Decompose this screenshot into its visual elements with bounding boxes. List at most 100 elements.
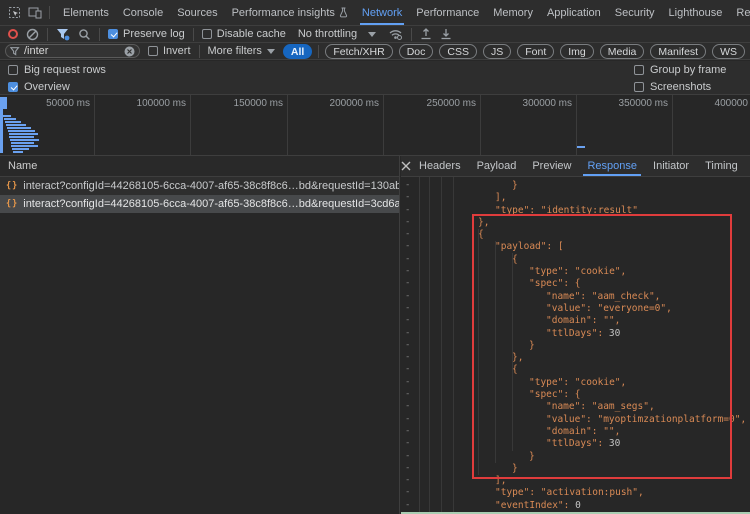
timeline-tick-label: 100000 ms <box>120 98 186 109</box>
tab-network[interactable]: Network <box>355 0 409 25</box>
filter-icon[interactable] <box>56 28 70 41</box>
detail-tab-response[interactable]: Response <box>579 156 645 176</box>
filter-chip-manifest[interactable]: Manifest <box>650 44 706 59</box>
filter-chip-js[interactable]: JS <box>483 44 511 59</box>
detail-tab-timing[interactable]: Timing <box>697 156 746 176</box>
response-json: }],"type": "identity:result"},{"payload"… <box>401 180 750 514</box>
invert-checkbox-box[interactable] <box>148 46 158 56</box>
screenshots-checkbox[interactable]: Screenshots <box>634 81 711 93</box>
tab-console[interactable]: Console <box>116 0 170 25</box>
detail-tab-payload[interactable]: Payload <box>469 156 525 176</box>
tabbar-left-icons <box>0 0 56 25</box>
tab-label: Performance insights <box>232 7 335 19</box>
record-network-log-icon[interactable] <box>8 29 18 39</box>
filter-chip-font[interactable]: Font <box>517 44 554 59</box>
flask-icon <box>339 7 348 18</box>
import-har-icon[interactable] <box>420 28 432 40</box>
request-name: interact?configId=44268105-6cca-4007-af6… <box>23 180 399 192</box>
screenshots-checkbox-box[interactable] <box>634 82 644 92</box>
response-line: "type": "activation:push", <box>401 487 750 499</box>
timeline-tick-label: 350000 ms <box>602 98 668 109</box>
timeline-gridline <box>94 95 95 155</box>
filter-chip-all[interactable]: All <box>283 44 312 59</box>
divider <box>411 28 412 41</box>
tab-label: Performance <box>416 7 479 19</box>
group-by-frame-checkbox-box[interactable] <box>634 65 644 75</box>
waterfall-bar <box>13 151 23 153</box>
waterfall-bar <box>7 127 31 129</box>
response-line: }, <box>401 352 750 364</box>
filter-chip-ws[interactable]: WS <box>712 44 745 59</box>
disable-cache-checkbox-box[interactable] <box>202 29 212 39</box>
timeline-tick-label: 200000 ms <box>313 98 379 109</box>
network-overview-timeline[interactable]: 50000 ms100000 ms150000 ms200000 ms25000… <box>0 95 750 156</box>
response-line: } <box>401 340 750 352</box>
name-column-header[interactable]: Name <box>0 156 399 177</box>
request-type-chips: All Fetch/XHR Doc CSS JS Font Img Media Manifest… <box>283 44 750 59</box>
tab-recorder[interactable]: Recorder <box>729 0 750 25</box>
filter-chip-fetch-xhr[interactable]: Fetch/XHR <box>325 44 392 59</box>
invert-checkbox[interactable]: Invert <box>148 45 191 57</box>
response-line: "ttlDays": 30 <box>401 328 750 340</box>
more-filters-dropdown[interactable]: More filters <box>208 45 275 57</box>
filter-chip-media[interactable]: Media <box>600 44 645 59</box>
tab-application[interactable]: Application <box>540 0 608 25</box>
overview-checkbox-box[interactable] <box>8 82 18 92</box>
waterfall-bar <box>11 142 34 144</box>
filter-input-box[interactable] <box>5 44 140 58</box>
response-body[interactable]: ---------------------------- }],"type": … <box>401 177 750 514</box>
request-row[interactable]: {}interact?configId=44268105-6cca-4007-a… <box>0 195 399 213</box>
device-toolbar-icon[interactable] <box>28 7 42 19</box>
overview-checkbox[interactable]: Overview <box>8 81 70 93</box>
waterfall-bar <box>0 97 7 109</box>
inspect-element-icon[interactable] <box>8 6 21 19</box>
disable-cache-checkbox[interactable]: Disable cache <box>202 28 286 40</box>
detail-tab-preview[interactable]: Preview <box>524 156 579 176</box>
big-request-rows-label: Big request rows <box>24 64 106 76</box>
tab-elements[interactable]: Elements <box>56 0 116 25</box>
filter-chip-img[interactable]: Img <box>560 44 594 59</box>
tab-label: Application <box>547 7 601 19</box>
tab-memory[interactable]: Memory <box>486 0 540 25</box>
throttling-value: No throttling <box>298 28 357 40</box>
big-request-rows-checkbox-box[interactable] <box>8 65 18 75</box>
timeline-tick-label: 150000 ms <box>217 98 283 109</box>
filter-chip-doc[interactable]: Doc <box>399 44 434 59</box>
devtools-window: ElementsConsoleSources Performance insigh… <box>0 0 750 514</box>
network-conditions-icon[interactable] <box>388 28 403 40</box>
response-line: ], <box>401 475 750 487</box>
group-by-frame-checkbox[interactable]: Group by frame <box>634 64 726 76</box>
response-line: "name": "aam_check", <box>401 291 750 303</box>
big-request-rows-checkbox[interactable]: Big request rows <box>8 64 106 76</box>
filter-input[interactable] <box>24 45 120 57</box>
tab-sources[interactable]: Sources <box>170 0 224 25</box>
search-icon[interactable] <box>78 28 91 41</box>
export-har-icon[interactable] <box>440 28 452 40</box>
tab-security[interactable]: Security <box>608 0 662 25</box>
tab-label: Memory <box>493 7 533 19</box>
waterfall-bar <box>9 136 34 138</box>
response-line: "domain": "", <box>401 426 750 438</box>
filter-chip-css[interactable]: CSS <box>439 44 477 59</box>
clear-filter-icon[interactable] <box>124 46 135 57</box>
waterfall-bar <box>9 133 38 135</box>
response-line: "payload": [ <box>401 241 750 253</box>
response-line: "spec": { <box>401 389 750 401</box>
request-name: interact?configId=44268105-6cca-4007-af6… <box>23 198 399 210</box>
request-row[interactable]: {}interact?configId=44268105-6cca-4007-a… <box>0 177 399 195</box>
detail-tab-cookies[interactable]: Cookies <box>746 156 750 176</box>
preserve-log-checkbox[interactable]: Preserve log <box>108 28 185 40</box>
tab-lighthouse[interactable]: Lighthouse <box>662 0 730 25</box>
detail-tab-initiator[interactable]: Initiator <box>645 156 697 176</box>
close-detail-icon[interactable] <box>401 156 411 176</box>
response-line: { <box>401 254 750 266</box>
detail-tab-headers[interactable]: Headers <box>411 156 469 176</box>
divider <box>47 28 48 41</box>
throttling-dropdown[interactable]: No throttling <box>298 28 376 40</box>
preserve-log-checkbox-box[interactable] <box>108 29 118 39</box>
clear-network-log-icon[interactable] <box>26 28 39 41</box>
overview-label: Overview <box>24 81 70 93</box>
tab-performance[interactable]: Performance <box>409 0 486 25</box>
tab-performance-insights[interactable]: Performance insights <box>225 0 355 25</box>
detail-tabs: HeadersPayloadPreviewResponseInitiatorTi… <box>401 156 750 177</box>
